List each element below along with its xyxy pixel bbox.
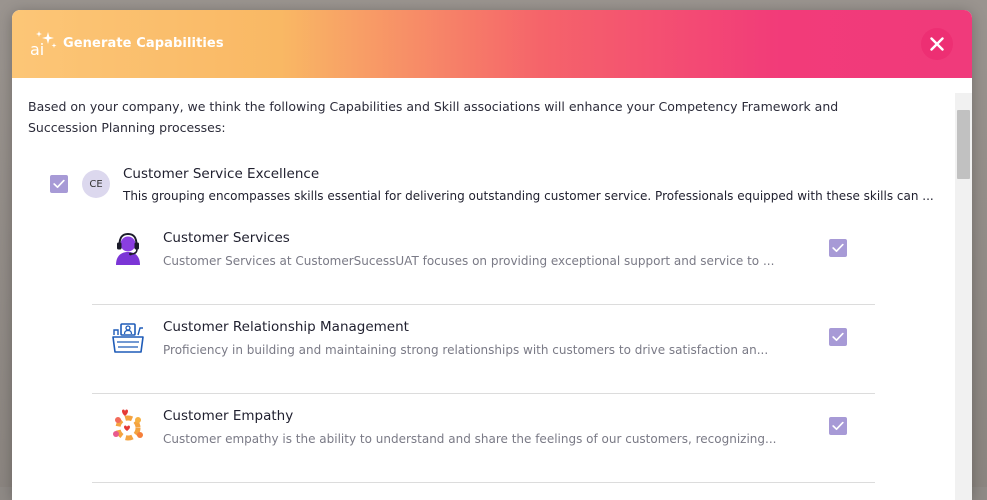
skill-description: Proficiency in building and maintaining …: [163, 343, 769, 357]
close-icon: [930, 37, 944, 51]
scrollbar-thumb[interactable]: [957, 110, 970, 179]
skill-row-customer-relationship-management: Customer Relationship Management Profici…: [92, 305, 875, 394]
skill-title: Customer Relationship Management: [163, 319, 409, 335]
check-icon: [832, 421, 844, 431]
crm-desk-icon: [112, 323, 144, 353]
generate-capabilities-modal: ai Generate Capabilities Based on your c…: [12, 10, 972, 500]
check-icon: [53, 179, 65, 189]
skill-title: Customer Empathy: [163, 408, 294, 424]
check-icon: [832, 332, 844, 342]
headset-agent-icon: [116, 232, 140, 265]
svg-text:ai: ai: [30, 40, 44, 59]
group-checkbox[interactable]: [50, 175, 68, 193]
empathy-hearts-icon: [113, 409, 143, 441]
modal-header: ai Generate Capabilities: [12, 10, 972, 78]
intro-text: Based on your company, we think the foll…: [28, 99, 839, 135]
skill-title: Customer Services: [163, 230, 290, 246]
check-icon: [832, 243, 844, 253]
skill-checkbox[interactable]: [829, 417, 847, 435]
group-title: Customer Service Excellence: [123, 166, 320, 182]
group-avatar: CE: [82, 170, 110, 198]
modal-title: Generate Capabilities: [63, 36, 224, 51]
skill-description: Customer Services at CustomerSucessUAT f…: [163, 254, 775, 268]
group-description: This grouping encompasses skills essenti…: [123, 189, 934, 203]
skill-row-customer-services: Customer Services Customer Services at C…: [92, 216, 875, 305]
skill-description: Customer empathy is the ability to under…: [163, 432, 777, 446]
close-button[interactable]: [921, 28, 953, 60]
scrollbar-track[interactable]: [955, 93, 972, 500]
skill-row-customer-empathy: Customer Empathy Customer empathy is the…: [92, 394, 875, 483]
skill-checkbox[interactable]: [829, 239, 847, 257]
skill-checkbox[interactable]: [829, 328, 847, 346]
ai-sparkle-icon: ai: [30, 31, 57, 59]
modal-body: Based on your company, we think the foll…: [12, 78, 972, 500]
